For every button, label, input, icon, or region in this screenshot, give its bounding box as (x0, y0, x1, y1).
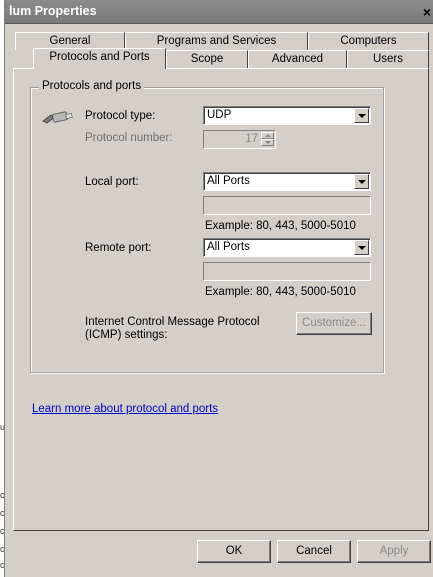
remote-port-input[interactable] (203, 262, 371, 281)
tab-protocols-and-ports[interactable]: Protocols and Ports (33, 48, 166, 69)
protocols-ports-group: Protocols and ports Protocol type: UDP P… (30, 80, 384, 373)
chevron-down-icon[interactable] (354, 240, 369, 255)
local-port-value: All Ports (207, 175, 250, 187)
title-bar[interactable]: lum Properties × (5, 0, 433, 24)
window-title: lum Properties (9, 4, 97, 18)
local-port-input[interactable] (203, 196, 371, 215)
protocol-number-value: 17 (245, 133, 258, 145)
cancel-button[interactable]: Cancel (277, 540, 351, 563)
spin-down-icon[interactable] (261, 139, 274, 146)
spin-up-icon[interactable] (261, 132, 274, 139)
apply-button[interactable]: Apply (357, 540, 431, 563)
local-port-label: Local port: (85, 176, 139, 188)
chevron-down-icon[interactable] (354, 108, 369, 123)
ok-button[interactable]: OK (197, 540, 271, 563)
remote-port-example: Example: 80, 443, 5000-5010 (205, 286, 356, 298)
protocol-number-stepper[interactable]: 17 (203, 130, 276, 149)
protocol-type-label: Protocol type: (85, 110, 156, 122)
tab-users[interactable]: Users (347, 50, 429, 68)
remote-port-label: Remote port: (85, 242, 152, 254)
tab-panel: Protocols and ports Protocol type: UDP P… (13, 68, 429, 531)
network-cable-icon (41, 109, 75, 128)
icmp-label-line2: (ICMP) settings: (85, 329, 168, 341)
protocol-type-select[interactable]: UDP (203, 106, 371, 125)
close-button[interactable]: × (420, 4, 433, 20)
local-port-select[interactable]: All Ports (203, 172, 371, 191)
tab-computers[interactable]: Computers (308, 32, 429, 50)
learn-more-link[interactable]: Learn more about protocol and ports (32, 403, 218, 415)
remote-port-select[interactable]: All Ports (203, 238, 371, 257)
chevron-down-icon[interactable] (354, 174, 369, 189)
protocol-number-label: Protocol number: (85, 132, 173, 144)
protocol-type-value: UDP (207, 109, 232, 121)
local-port-example: Example: 80, 443, 5000-5010 (205, 220, 356, 232)
customize-button[interactable]: Customize... (296, 312, 372, 335)
group-title: Protocols and ports (39, 80, 145, 92)
remote-port-value: All Ports (207, 241, 250, 253)
properties-dialog: lum Properties × General Programs and Se… (4, 0, 433, 577)
icmp-label-line1: Internet Control Message Protocol (85, 316, 260, 328)
tab-scope[interactable]: Scope (166, 50, 248, 68)
tab-advanced[interactable]: Advanced (248, 50, 347, 68)
